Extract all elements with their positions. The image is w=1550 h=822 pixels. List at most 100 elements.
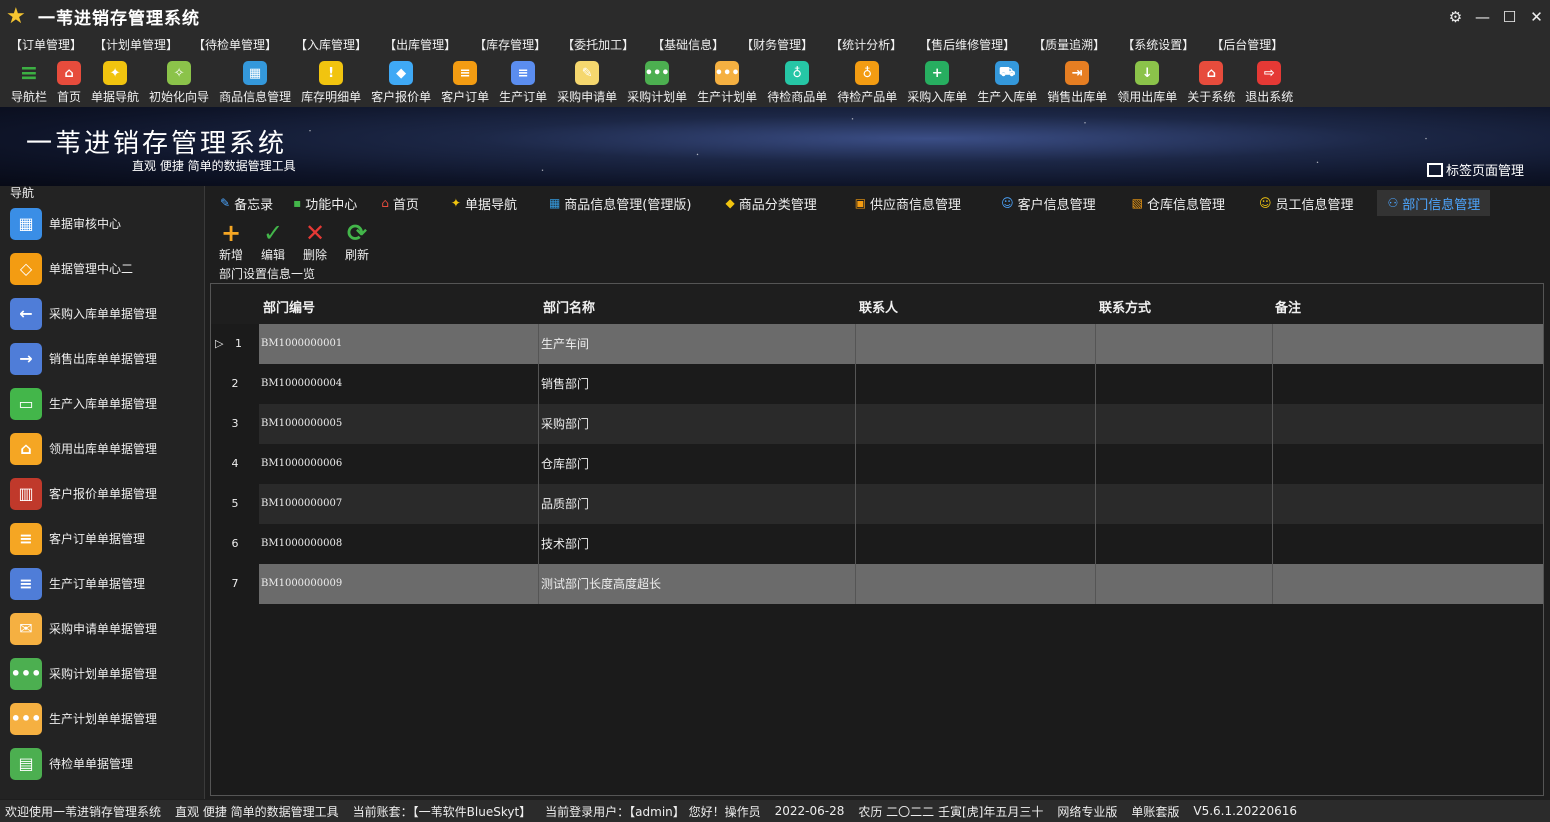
table-row[interactable]: 2 BM1000000004 销售部门 [211,364,1543,404]
sidebar-item-3[interactable]: → 销售出库单单据管理 [0,336,204,381]
tab-2[interactable]: ⌂ 首页 [371,190,429,216]
cell-note[interactable] [1273,484,1543,524]
cell-name[interactable]: 采购部门 [539,404,856,444]
delete-button[interactable]: ✕ 删除 [294,220,336,266]
column-header-0[interactable]: 部门编号 [263,297,315,316]
cell-code[interactable]: BM1000000007 [259,484,539,524]
tab-9[interactable]: ☺ 员工信息管理 [1249,190,1364,216]
cell-code[interactable]: BM1000000008 [259,524,539,564]
tag-page-manage-button[interactable]: 标签页面管理 [1426,160,1524,179]
cell-name[interactable]: 生产车间 [539,324,856,364]
menu-item-3[interactable]: 【入库管理】 [295,36,367,53]
table-row[interactable]: 4 BM1000000006 仓库部门 [211,444,1543,484]
toolbar-button-16[interactable]: ⇥ 销售出库单 [1042,55,1112,107]
cell-code[interactable]: BM1000000006 [259,444,539,484]
menu-item-1[interactable]: 【计划单管理】 [94,36,178,53]
toolbar-button-12[interactable]: ♁ 待检商品单 [762,55,832,107]
cell-contact[interactable] [856,484,1096,524]
cell-name[interactable]: 品质部门 [539,484,856,524]
sidebar-item-2[interactable]: ← 采购入库单单据管理 [0,291,204,336]
column-header-2[interactable]: 联系人 [859,297,898,316]
cell-name[interactable]: 测试部门长度高度超长 [539,564,856,604]
toolbar-button-18[interactable]: ⌂ 关于系统 [1182,55,1240,107]
table-row[interactable]: 7 BM1000000009 测试部门长度高度超长 [211,564,1543,604]
refresh-button[interactable]: ⟳ 刷新 [336,220,378,266]
sidebar-item-9[interactable]: ✉ 采购申请单单据管理 [0,606,204,651]
cell-note[interactable] [1273,404,1543,444]
menu-item-10[interactable]: 【售后维修管理】 [919,36,1015,53]
toolbar-button-6[interactable]: ◆ 客户报价单 [366,55,436,107]
cell-name[interactable]: 技术部门 [539,524,856,564]
cell-phone[interactable] [1096,524,1273,564]
cell-contact[interactable] [856,524,1096,564]
toolbar-button-0[interactable]: ≡ 导航栏 [6,55,52,107]
tab-8[interactable]: ▧ 仓库信息管理 [1122,190,1235,216]
table-row[interactable]: 3 BM1000000005 采购部门 [211,404,1543,444]
toolbar-button-14[interactable]: + 采购入库单 [902,55,972,107]
cell-code[interactable]: BM1000000001 [259,324,539,364]
sidebar-item-4[interactable]: ▭ 生产入库单单据管理 [0,381,204,426]
cell-name[interactable]: 仓库部门 [539,444,856,484]
menu-item-9[interactable]: 【统计分析】 [830,36,902,53]
tab-7[interactable]: ☺ 客户信息管理 [991,190,1106,216]
menu-item-4[interactable]: 【出库管理】 [384,36,456,53]
sidebar-item-5[interactable]: ⌂ 领用出库单单据管理 [0,426,204,471]
sidebar-item-6[interactable]: ▥ 客户报价单单据管理 [0,471,204,516]
menu-item-0[interactable]: 【订单管理】 [10,36,82,53]
toolbar-button-15[interactable]: ⛟ 生产入库单 [972,55,1042,107]
sidebar-item-0[interactable]: ▦ 单据审核中心 [0,201,204,246]
tab-1[interactable]: ▪ 功能中心 [283,190,367,216]
cell-phone[interactable] [1096,324,1273,364]
cell-name[interactable]: 销售部门 [539,364,856,404]
menu-item-7[interactable]: 【基础信息】 [652,36,724,53]
cell-phone[interactable] [1096,444,1273,484]
toolbar-button-17[interactable]: ↓ 领用出库单 [1112,55,1182,107]
tab-4[interactable]: ▦ 商品信息管理(管理版) [539,190,702,216]
toolbar-button-11[interactable]: ••• 生产计划单 [692,55,762,107]
cell-code[interactable]: BM1000000005 [259,404,539,444]
menu-item-12[interactable]: 【系统设置】 [1122,36,1194,53]
menu-item-8[interactable]: 【财务管理】 [741,36,813,53]
tab-10[interactable]: ⚇ 部门信息管理 [1377,190,1491,216]
cell-code[interactable]: BM1000000004 [259,364,539,404]
cell-contact[interactable] [856,364,1096,404]
cell-phone[interactable] [1096,484,1273,524]
cell-contact[interactable] [856,404,1096,444]
cell-contact[interactable] [856,444,1096,484]
toolbar-button-2[interactable]: ✦ 单据导航 [86,55,144,107]
tab-6[interactable]: ▣ 供应商信息管理 [845,190,971,216]
cell-phone[interactable] [1096,564,1273,604]
cell-note[interactable] [1273,524,1543,564]
tab-0[interactable]: ✎ 备忘录 [210,190,283,216]
table-row[interactable]: 6 BM1000000008 技术部门 [211,524,1543,564]
menu-item-11[interactable]: 【质量追溯】 [1033,36,1105,53]
toolbar-button-5[interactable]: ! 库存明细单 [296,55,366,107]
cell-phone[interactable] [1096,404,1273,444]
close-button[interactable]: ✕ [1523,8,1550,26]
toolbar-button-19[interactable]: ⇨ 退出系统 [1240,55,1298,107]
toolbar-button-8[interactable]: ≡ 生产订单 [494,55,552,107]
cell-note[interactable] [1273,444,1543,484]
column-header-1[interactable]: 部门名称 [543,297,595,316]
toolbar-button-13[interactable]: ♁ 待检产品单 [832,55,902,107]
sidebar-item-10[interactable]: ••• 采购计划单单据管理 [0,651,204,696]
table-row[interactable]: ▷ 1 BM1000000001 生产车间 [211,324,1543,364]
cell-note[interactable] [1273,564,1543,604]
sidebar-item-7[interactable]: ≡ 客户订单单据管理 [0,516,204,561]
sidebar-item-1[interactable]: ◇ 单据管理中心二 [0,246,204,291]
add-button[interactable]: + 新增 [210,220,252,266]
toolbar-button-3[interactable]: ✧ 初始化向导 [144,55,214,107]
cell-note[interactable] [1273,364,1543,404]
cell-contact[interactable] [856,564,1096,604]
menu-item-2[interactable]: 【待检单管理】 [193,36,277,53]
cell-code[interactable]: BM1000000009 [259,564,539,604]
maximize-button[interactable]: ☐ [1496,8,1523,26]
sidebar-item-8[interactable]: ≡ 生产订单单据管理 [0,561,204,606]
table-row[interactable]: 5 BM1000000007 品质部门 [211,484,1543,524]
cell-contact[interactable] [856,324,1096,364]
tab-3[interactable]: ✦ 单据导航 [441,190,527,216]
cell-note[interactable] [1273,324,1543,364]
toolbar-button-10[interactable]: ••• 采购计划单 [622,55,692,107]
toolbar-button-4[interactable]: ▦ 商品信息管理 [214,55,296,107]
check-button[interactable]: ✓ 编辑 [252,220,294,266]
